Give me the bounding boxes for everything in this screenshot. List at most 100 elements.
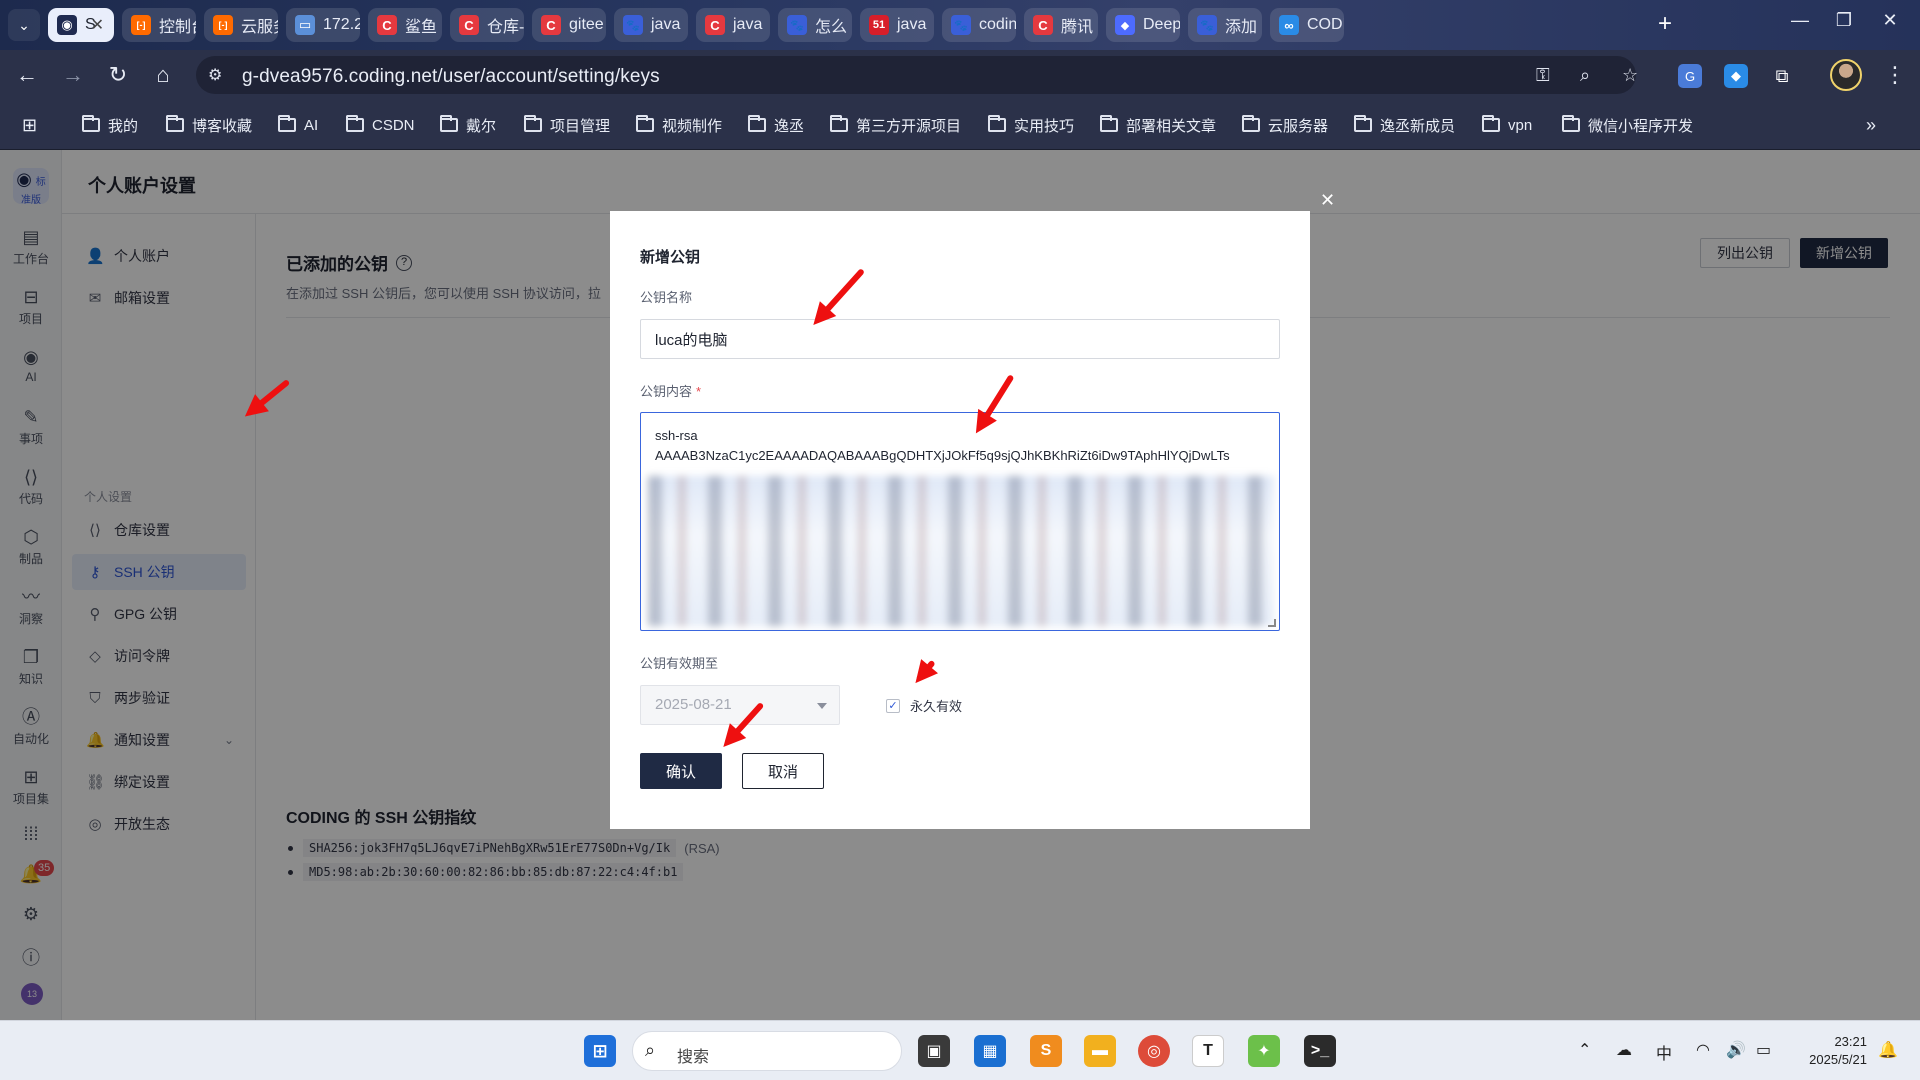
sublime-text-icon[interactable]: S (1030, 1035, 1062, 1067)
bookmark-star-icon[interactable]: ☆ (1622, 65, 1638, 86)
file-explorer-icon[interactable]: ▬ (1084, 1035, 1116, 1067)
51cto-favicon-icon: 51 (869, 15, 889, 35)
checkmark-icon[interactable]: ✓ (886, 698, 900, 713)
apps-grid-icon[interactable]: ⊞ (22, 114, 37, 136)
folder-icon (988, 115, 1006, 132)
resize-handle-icon[interactable] (1268, 619, 1276, 627)
tab-8[interactable]: Cjava (696, 8, 770, 42)
translate-extension-icon[interactable]: G (1678, 64, 1702, 88)
pinwheel-app-icon[interactable]: ✦ (1248, 1035, 1280, 1067)
folder-icon (440, 115, 458, 132)
terminal-icon[interactable]: >_ (1304, 1035, 1336, 1067)
tab-14[interactable]: 🐾 添加 (1188, 8, 1262, 42)
tab-2[interactable]: [-]云服务 (204, 8, 278, 42)
dialog-title: 新增公钥 (640, 249, 701, 266)
tab-7[interactable]: 🐾 java (614, 8, 688, 42)
bookmark-folder[interactable]: 博客收藏 (166, 114, 252, 136)
bookmark-folder[interactable]: 云服务器 (1242, 114, 1328, 136)
more-bookmarks-icon[interactable]: » (1866, 114, 1876, 136)
cancel-button[interactable]: 取消 (742, 753, 824, 789)
required-mark: * (696, 384, 702, 399)
typora-icon[interactable]: T (1192, 1035, 1224, 1067)
notification-center-icon[interactable]: 🔔 (1878, 1040, 1898, 1060)
folder-icon (1100, 115, 1118, 132)
bookmark-folder[interactable]: vpn (1482, 114, 1532, 136)
csdn-favicon-icon: C (1033, 15, 1053, 35)
tab-search-button[interactable]: ⌄ (8, 9, 40, 41)
windows-start-icon[interactable]: ⊞ (584, 1035, 616, 1067)
expiry-date-picker[interactable]: 2025-08-21 (640, 685, 840, 725)
address-bar[interactable]: ⚙ g-dvea9576.coding.net/user/account/set… (196, 56, 1638, 94)
bookmark-folder[interactable]: 项目管理 (524, 114, 610, 136)
back-arrow-icon[interactable]: ← (12, 61, 42, 91)
folder-icon (748, 115, 766, 132)
tab-1[interactable]: [-]控制台 (122, 8, 196, 42)
url-text[interactable]: g-dvea9576.coding.net/user/account/setti… (242, 66, 660, 88)
bookmark-folder[interactable]: 我的 (82, 114, 138, 136)
baidu-favicon-icon: 🐾 (787, 15, 807, 35)
taskbar-search[interactable]: ⌕ 搜索 (632, 1031, 902, 1071)
bookmark-folder[interactable]: 部署相关文章 (1100, 114, 1216, 136)
minimize-button[interactable]: — (1780, 10, 1820, 31)
battery-icon[interactable]: ▭ (1756, 1040, 1771, 1060)
home-icon[interactable]: ⌂ (148, 61, 178, 91)
reload-icon[interactable]: ↻ (103, 61, 133, 91)
bookmark-folder[interactable]: CSDN (346, 114, 415, 136)
tab-9[interactable]: 🐾 怎么 (778, 8, 852, 42)
ime-indicator[interactable]: 中 (1656, 1040, 1672, 1064)
tray-chevron-up-icon[interactable]: ⌃ (1578, 1040, 1591, 1060)
bookmark-folder[interactable]: 视频制作 (636, 114, 722, 136)
folder-icon (166, 115, 184, 132)
tab-6[interactable]: Cgitee (532, 8, 606, 42)
chrome-icon[interactable]: ◎ (1138, 1035, 1170, 1067)
tab-3[interactable]: ▭ 172.2 (286, 8, 360, 42)
wifi-icon[interactable]: ◠ (1696, 1040, 1710, 1060)
add-key-dialog: 新增公钥 公钥名称 公钥内容* ssh-rsa AAAAB3NzaC1yc2EA… (610, 211, 1310, 829)
key-content-textarea[interactable]: ssh-rsa AAAAB3NzaC1yc2EAAAADAQABAAABgQDH… (640, 412, 1280, 631)
tab-10[interactable]: 51 java (860, 8, 934, 42)
key-name-input[interactable] (640, 319, 1280, 359)
csdn-favicon-icon: C (459, 15, 479, 35)
tab-5[interactable]: C 仓库- (450, 8, 524, 42)
tab-4[interactable]: C 鲨鱼 (368, 8, 442, 42)
folder-icon (82, 115, 100, 132)
site-info-icon[interactable]: ⚙ (208, 65, 222, 85)
new-tab-button[interactable]: + (1650, 10, 1680, 40)
cube-extension-icon[interactable]: ◆ (1724, 64, 1748, 88)
menu-kebab-icon[interactable]: ⋮ (1880, 61, 1910, 91)
bookmark-folder[interactable]: 微信小程序开发 (1562, 114, 1693, 136)
bookmark-folder[interactable]: 戴尔 (440, 114, 496, 136)
bookmark-folder[interactable]: 第三方开源项目 (830, 114, 961, 136)
forward-arrow-icon[interactable]: → (58, 61, 88, 91)
task-view-icon[interactable]: ▣ (918, 1035, 950, 1067)
zoom-icon[interactable]: ⌕ (1580, 65, 1590, 86)
confirm-button[interactable]: 确认 (640, 753, 722, 789)
permanent-checkbox[interactable]: ✓ 永久有效 (886, 696, 962, 715)
tab-15[interactable]: ∞ CODI (1270, 8, 1344, 42)
extensions-puzzle-icon[interactable]: ⧉ (1770, 64, 1794, 88)
bookmark-folder[interactable]: 实用技巧 (988, 114, 1074, 136)
folder-icon (1562, 115, 1580, 132)
tab-13[interactable]: ◆ Deep (1106, 8, 1180, 42)
key-icon[interactable]: ⚿ (1536, 65, 1550, 86)
tab-active[interactable]: ◉ S ✕ (48, 8, 114, 42)
folder-icon (1354, 115, 1372, 132)
volume-icon[interactable]: 🔊 (1726, 1040, 1746, 1060)
folder-icon (278, 115, 296, 132)
profile-avatar[interactable] (1830, 59, 1862, 91)
search-icon: ⌕ (645, 1040, 656, 1060)
bookmark-folder[interactable]: AI (278, 114, 318, 136)
restore-button[interactable]: ❐ (1824, 10, 1864, 31)
store-icon[interactable]: ▦ (974, 1035, 1006, 1067)
modal-close-icon[interactable]: ✕ (1320, 190, 1335, 211)
onedrive-offline-icon[interactable]: ☁ (1616, 1040, 1632, 1060)
bookmark-folder[interactable]: 逸丞新成员 (1354, 114, 1455, 136)
bookmark-folder[interactable]: 逸丞 (748, 114, 804, 136)
tab-close-icon[interactable]: ✕ (91, 15, 104, 35)
tab-11[interactable]: 🐾 codin (942, 8, 1016, 42)
tab-12[interactable]: C 腾讯 (1024, 8, 1098, 42)
close-window-button[interactable]: ✕ (1870, 10, 1910, 31)
folder-icon (1242, 115, 1260, 132)
key-content-label: 公钥内容 * (640, 384, 702, 399)
taskbar-clock[interactable]: 23:21 2025/5/21 (1797, 1033, 1867, 1069)
